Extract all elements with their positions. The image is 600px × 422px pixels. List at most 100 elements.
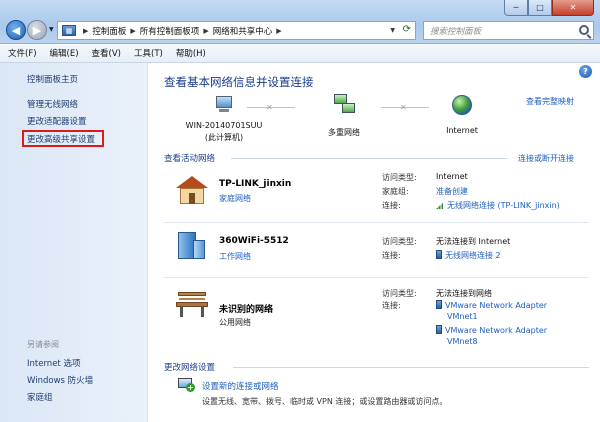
arrow-left-icon: ◀ [11,23,21,37]
back-button[interactable]: ◀ [6,20,26,40]
windows-firewall-link[interactable]: Windows 防火墙 [27,374,93,386]
highlight-box [22,130,104,147]
network-adapter-icon [436,300,442,309]
search-input[interactable]: 搜索控制面板 [423,21,594,40]
window-controls: ─ □ ✕ [504,0,594,16]
breadcrumb-control-panel[interactable]: 控制面板 [92,25,126,37]
connection-label: 连接: [382,301,401,310]
menu-view[interactable]: 查看(V) [92,47,121,59]
arrow-right-icon: ▶ [32,23,42,37]
homegroup-link[interactable]: 家庭组 [27,391,53,403]
computer-icon [213,96,235,114]
access-type-label: 访问类型: [382,237,417,246]
control-panel-home-link[interactable]: 控制面板主页 [27,73,78,85]
network-name: TP-LINK_jinxin [219,179,292,189]
change-settings-heading: 更改网络设置 [164,363,216,373]
disconnect-x-icon: ✕ [266,103,273,112]
connection-name: VMware Network Adapter [445,301,548,310]
access-type-value: 无法连接到网络 [436,289,492,298]
network-type-link[interactable]: 家庭网络 [219,193,251,204]
section-divider [231,158,507,159]
chevron-right-icon[interactable]: ▶ [203,27,208,35]
setup-connection-link[interactable]: 设置新的连接或网络 [202,380,279,392]
task-pane: 控制面板主页 管理无线网络 更改适配器设置 更改高级共享设置 另请参阅 Inte… [0,63,148,422]
menu-tools[interactable]: 工具(T) [134,47,163,59]
connection-name-cont[interactable]: VMnet8 [447,337,478,346]
network-adapter-icon [436,325,442,334]
homegroup-label: 家庭组: [382,187,409,196]
page-title: 查看基本网络信息并设置连接 [164,75,314,89]
network-divider [164,222,589,223]
connection-link[interactable]: 无线网络连接 (TP-LINK_jinxin) [436,200,560,211]
computer-subtitle: (此计算机) [204,133,244,142]
network-type-link[interactable]: 工作网络 [219,251,251,262]
map-internet[interactable]: Internet [434,95,490,135]
section-divider [233,367,589,368]
minimize-button[interactable]: ─ [504,0,528,16]
menu-edit[interactable]: 编辑(E) [50,47,79,59]
manage-wireless-link[interactable]: 管理无线网络 [27,98,78,110]
connection-link[interactable]: VMware Network Adapter [436,300,547,310]
computer-name: WIN-20140701SUU [185,121,263,130]
access-type-label: 访问类型: [382,289,417,298]
active-networks-heading: 查看活动网络 [164,154,216,164]
maximize-button[interactable]: □ [528,0,552,16]
access-type-value: 无法连接到 Internet [436,237,511,246]
recent-pages-dropdown[interactable]: ▼ [49,26,54,33]
connect-disconnect-link[interactable]: 连接或断开连接 [518,153,574,164]
network-type-link[interactable]: 公用网络 [219,317,251,328]
access-type-label: 访问类型: [382,173,417,182]
internet-label: Internet [446,126,478,135]
refresh-icon[interactable]: ⟳ [403,24,411,35]
breadcrumb-all-items[interactable]: 所有控制面板项 [140,25,200,37]
menu-file[interactable]: 文件(F) [8,47,37,59]
wifi-signal-icon [436,201,445,209]
bench-icon [176,292,208,318]
chevron-right-icon[interactable]: ▶ [130,27,135,35]
setup-connection-description: 设置无线、宽带、拨号、临时或 VPN 连接；或设置路由器或访问点。 [202,397,448,406]
menu-bar: 文件(F) 编辑(E) 查看(V) 工具(T) 帮助(H) [0,44,600,63]
network-icon [330,94,358,116]
control-panel-icon: ▦ [62,25,76,36]
close-button[interactable]: ✕ [552,0,594,16]
forward-button[interactable]: ▶ [27,20,47,40]
connection-label: 连接: [382,201,401,210]
connection-name: VMware Network Adapter [445,326,548,335]
search-placeholder: 搜索控制面板 [430,26,482,37]
connection-label: 连接: [382,251,401,260]
network-divider [164,277,589,278]
network-name: 360WiFi-5512 [219,236,289,246]
connection-name: 无线网络连接 2 [445,251,501,260]
connection-link[interactable]: VMware Network Adapter [436,325,547,335]
chevron-right-icon[interactable]: ▶ [83,27,88,35]
main-content: ? 查看基本网络信息并设置连接 查看完整映射 WIN-20140701SUU (… [149,63,600,422]
building-icon [176,230,206,260]
internet-options-link[interactable]: Internet 选项 [27,357,80,369]
network-adapter-icon [436,250,442,259]
new-connection-icon: + [178,378,195,392]
house-icon [176,176,208,204]
help-icon[interactable]: ? [579,65,592,78]
chevron-right-icon[interactable]: ▶ [276,27,281,35]
change-adapter-link[interactable]: 更改适配器设置 [27,115,87,127]
disconnect-x-icon: ✕ [400,103,407,112]
connection-link[interactable]: 无线网络连接 2 [436,250,501,261]
address-bar[interactable]: ▦ ▶ 控制面板 ▶ 所有控制面板项 ▶ 网络和共享中心 ▶ ▼ ⟳ [57,21,416,40]
multiple-networks-label: 多重网络 [328,128,360,137]
network-name: 未识别的网络 [219,305,274,315]
title-bar: ─ □ ✕ ◀ ▶ ▼ ▦ ▶ 控制面板 ▶ 所有控制面板项 ▶ 网络和共享中心… [0,0,600,44]
see-also-heading: 另请参阅 [27,340,59,349]
connection-name: 无线网络连接 (TP-LINK_jinxin) [447,201,560,210]
address-dropdown[interactable]: ▼ [390,27,395,34]
globe-icon [452,95,472,115]
search-icon[interactable] [579,25,589,35]
breadcrumb: ▶ 控制面板 ▶ 所有控制面板项 ▶ 网络和共享中心 ▶ [79,25,286,37]
connection-name-cont[interactable]: VMnet1 [447,312,478,321]
menu-help[interactable]: 帮助(H) [176,47,206,59]
view-full-map-link[interactable]: 查看完整映射 [526,96,574,107]
access-type-value: Internet [436,172,468,181]
homegroup-value[interactable]: 准备创建 [436,186,468,197]
map-computer: WIN-20140701SUU (此计算机) [169,96,279,143]
map-multiple-networks[interactable]: 多重网络 [309,94,379,138]
breadcrumb-network-center[interactable]: 网络和共享中心 [213,25,273,37]
